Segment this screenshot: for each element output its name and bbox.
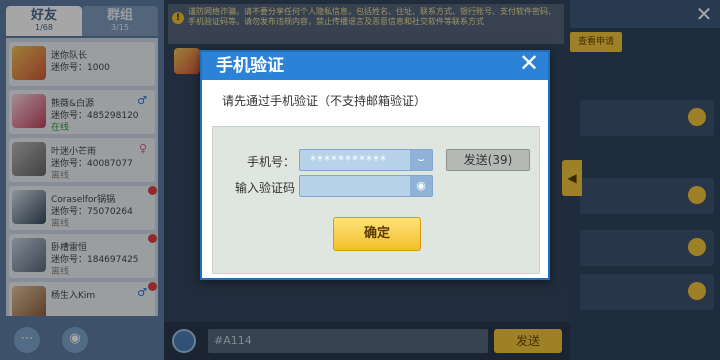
phone-field[interactable]: *********** ⌣: [299, 149, 433, 171]
eye-closed-icon[interactable]: ⌣: [410, 150, 432, 170]
confirm-button[interactable]: 确定: [333, 217, 421, 251]
app-screen: 好友 1/68 群组 3/15 迷你队长 迷你号：1000 熊薇&白源 迷你号：…: [0, 0, 720, 360]
phone-value: ***********: [310, 153, 387, 167]
verification-form: 手机号： *********** ⌣ 发送(39) 输入验证码 ◉ 确定: [212, 126, 540, 274]
dialog-header: 手机验证 ✕: [202, 50, 548, 80]
code-label: 输入验证码: [234, 181, 295, 195]
dialog-title: 手机验证: [216, 56, 284, 76]
phone-label: 手机号：: [246, 155, 295, 169]
eye-icon[interactable]: ◉: [410, 176, 432, 196]
send-code-button[interactable]: 发送(39): [446, 149, 530, 171]
phone-verification-dialog: 手机验证 ✕ 请先通过手机验证（不支持邮箱验证） 手机号： **********…: [200, 50, 550, 280]
dialog-hint: 请先通过手机验证（不支持邮箱验证）: [222, 94, 427, 108]
close-icon[interactable]: ✕: [516, 50, 542, 76]
verification-code-field[interactable]: ◉: [299, 175, 433, 197]
